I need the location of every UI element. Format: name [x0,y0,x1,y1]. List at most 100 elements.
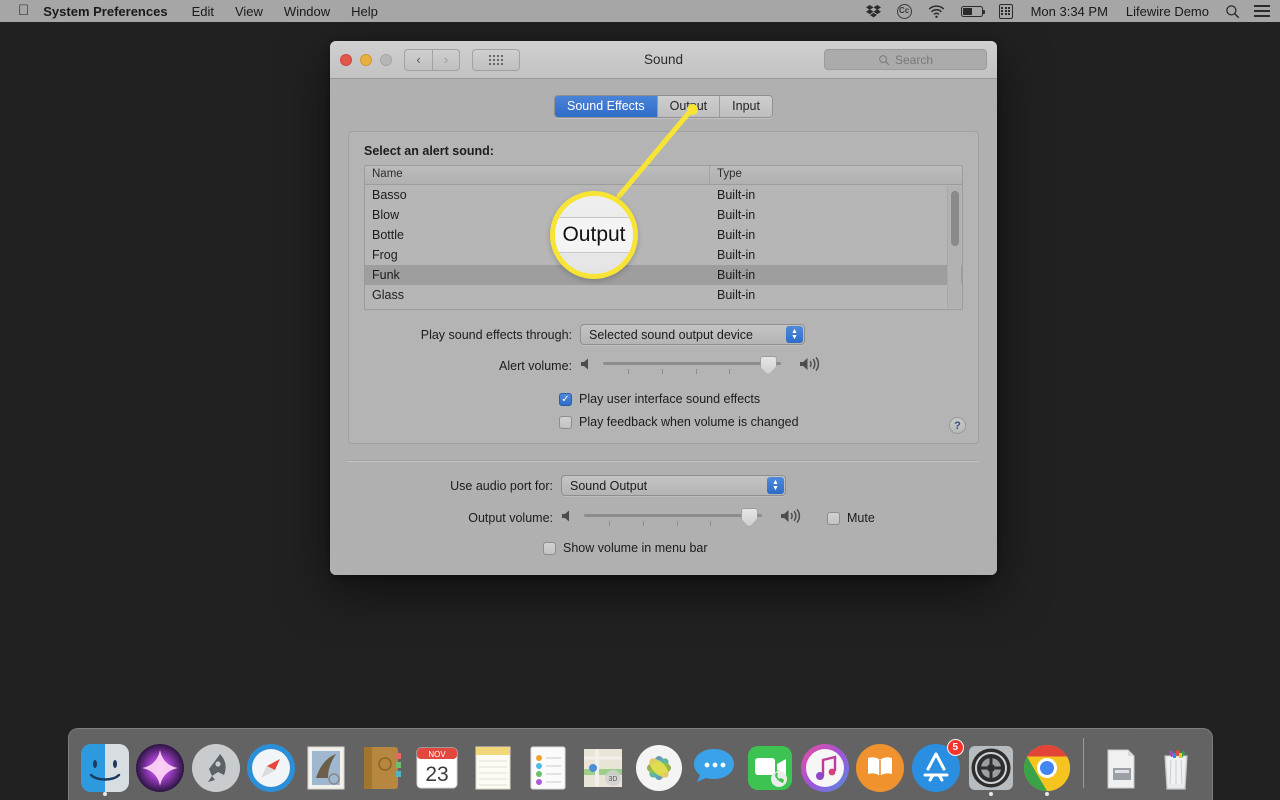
menu-item-edit[interactable]: Edit [192,4,214,19]
table-row[interactable]: Blow Built-in [365,205,962,225]
menu-bar-user[interactable]: Lifewire Demo [1126,4,1209,19]
calendar-icon: NOV 23 [411,742,463,794]
slider-ticks [603,369,781,375]
dock-item-safari[interactable] [243,728,298,798]
audio-port-popup[interactable]: Sound Output ▲ ▼ [561,475,786,496]
menu-item-help[interactable]: Help [351,4,378,19]
tab-input[interactable]: Input [720,96,772,117]
back-button[interactable]: ‹ [404,48,432,71]
table-row[interactable]: Frog Built-in [365,245,962,265]
dock-item-trash[interactable] [1149,728,1204,798]
dock-item-system-preferences[interactable] [964,728,1019,798]
speaker-loud-icon [780,508,807,529]
checkbox-show-volume-menubar[interactable] [543,541,556,555]
menubar-volume-checkbox-row[interactable]: Show volume in menu bar [543,541,997,555]
battery-icon[interactable] [960,5,986,17]
dock-item-maps[interactable]: 3D [576,728,631,798]
search-icon[interactable] [1225,4,1240,19]
speaker-quiet-icon [561,509,576,528]
tab-sound-effects[interactable]: Sound Effects [555,96,658,117]
dock-item-facetime[interactable] [742,728,797,798]
column-header-type[interactable]: Type [710,166,962,184]
dock-item-photos[interactable] [631,728,686,798]
table-row[interactable]: Basso Built-in [365,185,962,205]
menu-item-view[interactable]: View [235,4,263,19]
close-button[interactable] [340,53,352,66]
mute-checkbox-row[interactable]: Mute [827,511,875,525]
output-volume-label: Output volume: [468,511,553,525]
checkbox-mute[interactable] [827,511,840,525]
column-header-name[interactable]: Name [365,166,710,184]
cell-name: Bottle [372,228,404,242]
menu-item-window[interactable]: Window [284,4,330,19]
minimize-button[interactable] [360,53,372,66]
alert-volume-slider[interactable] [603,355,781,377]
output-volume-row: Output volume: Mute [348,507,997,529]
cell-type: Built-in [717,208,756,222]
siri-icon [134,742,186,794]
mail-stamp-icon [300,742,352,794]
checkbox-play-feedback[interactable] [559,415,572,429]
reminders-icon [522,742,574,794]
show-all-button[interactable] [472,48,520,71]
play-through-row: Play sound effects through: Selected sou… [364,324,963,345]
dock-item-notes[interactable] [465,728,520,798]
table-row[interactable]: Glass Built-in [365,285,962,305]
alert-volume-row: Alert volume: [364,355,963,377]
ui-sounds-checkbox-row[interactable]: ✓ Play user interface sound effects [559,392,963,406]
table-body: Basso Built-in Blow Built-in Bottle Buil… [365,185,962,305]
dock-item-contacts[interactable] [354,728,409,798]
output-volume-slider[interactable] [584,507,762,529]
grid-icon [489,54,503,65]
cell-type: Built-in [717,268,756,282]
checkbox-play-ui-sounds[interactable]: ✓ [559,392,572,406]
table-scrollbar[interactable] [947,186,961,308]
dock-item-siri[interactable] [132,728,187,798]
slider-track [603,362,781,365]
menu-bar-clock[interactable]: Mon 3:34 PM [1031,4,1108,19]
launchpad-icon [190,742,242,794]
select-alert-sound-label: Select an alert sound: [364,144,494,158]
table-row-selected[interactable]: Funk Built-in [365,265,962,285]
alert-sound-table[interactable]: Name Type Basso Built-in Blow Built-in B… [364,165,963,310]
feedback-checkbox-row[interactable]: Play feedback when volume is changed [559,415,963,429]
menu-app-name[interactable]: System Preferences [43,4,167,19]
control-center-icon[interactable] [1254,5,1270,17]
itunes-icon [799,742,851,794]
calculator-icon[interactable] [998,3,1013,19]
dock-item-itunes[interactable] [797,728,852,798]
dock-item-downloads-stack[interactable] [1093,728,1148,798]
table-row[interactable]: Bottle Built-in [365,225,962,245]
speaker-quiet-icon [580,357,595,376]
dock-item-mail[interactable] [299,728,354,798]
window-body: Sound Effects Output Input Select an ale… [330,79,997,575]
play-through-popup[interactable]: Selected sound output device ▲ ▼ [580,324,805,345]
apple-logo-icon[interactable]:  [18,3,29,18]
dock-separator [1083,738,1085,788]
creative-cloud-icon[interactable]: Cc [896,3,912,19]
help-button[interactable]: ? [949,417,966,434]
dock-item-app-store[interactable]: 5 [908,728,964,798]
cell-name: Basso [372,188,407,202]
dock-item-google-chrome[interactable] [1019,728,1074,798]
dock-item-calendar[interactable]: NOV 23 [409,728,464,798]
window-title-bar[interactable]: ‹ › Sound Search [330,41,997,79]
dock-item-finder[interactable] [77,728,132,798]
dock-item-reminders[interactable] [520,728,575,798]
dropbox-icon[interactable] [865,4,881,19]
running-indicator [989,792,994,796]
running-indicator [102,792,107,796]
window-search-field[interactable]: Search [824,49,987,70]
cell-name: Funk [372,268,400,282]
dock-item-launchpad[interactable] [188,728,243,798]
checkbox-play-feedback-label: Play feedback when volume is changed [579,415,799,429]
dock-item-books[interactable] [853,728,908,798]
dock-item-messages[interactable] [686,728,741,798]
photos-icon [633,742,685,794]
app-store-badge: 5 [946,739,964,756]
finder-icon [79,742,131,794]
tab-output[interactable]: Output [657,96,721,117]
app-store-icon: 5 [910,739,964,794]
wifi-icon[interactable] [928,4,945,18]
scrollbar-thumb[interactable] [951,191,959,246]
